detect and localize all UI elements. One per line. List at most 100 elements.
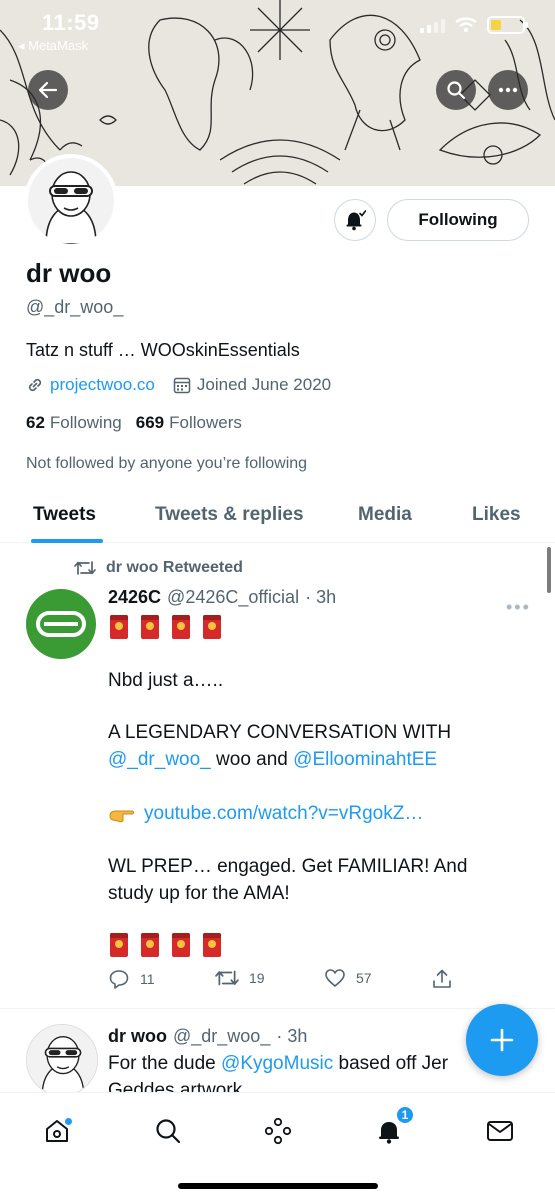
nav-search[interactable] [148,1111,188,1151]
tab-media[interactable]: Media [358,504,412,526]
mail-icon [487,1121,513,1141]
red-envelope-icon [172,615,190,639]
heart-icon [325,969,345,988]
nav-home[interactable] [37,1111,77,1151]
retweet-icon [215,970,239,986]
tweet-text-fragment: based off Jer [333,1053,449,1074]
red-envelope-icon [203,933,221,957]
profile-website-link[interactable]: projectwoo.co [50,375,155,395]
mention-link[interactable]: @ElloominahtEE [293,749,437,770]
red-envelope-icon [110,933,128,957]
following-label: Following [49,413,122,432]
status-icons [420,16,528,34]
wifi-icon [455,17,477,33]
tweet-header: 2426C @2426C_official · 3h [108,587,336,608]
red-envelope-emoji-row [110,615,221,639]
2426c-logo-icon [36,611,86,637]
tweet-actions: 11 19 57 [108,968,468,996]
scrollbar[interactable] [547,547,551,593]
tweet-link-line: youtube.com/watch?v=vRgokZ… [108,803,423,825]
tweet-divider [0,1008,555,1009]
plus-icon [490,1028,514,1052]
share-button[interactable] [431,968,453,990]
followers-count-link[interactable]: 669 Followers [136,413,242,433]
tweet-text-line: WL PREP… engaged. Get FAMILIAR! And [108,856,468,877]
red-envelope-icon [141,933,159,957]
more-options-button[interactable] [488,70,528,110]
link-icon [28,378,42,392]
retweet-button[interactable]: 19 [215,968,265,988]
tweet-header: dr woo @_dr_woo_ · 3h [108,1026,307,1047]
cellular-signal-icon [420,17,445,33]
tweet-author-handle[interactable]: @_dr_woo_ [173,1026,270,1047]
tab-tweets[interactable]: Tweets [33,504,96,526]
tweet-author-name[interactable]: dr woo [108,1026,167,1047]
profile-tabs: Tweets Tweets & replies Media Likes [0,490,555,543]
profile-meta: projectwoo.co Joined June 2020 [26,375,331,395]
reply-icon [109,970,129,989]
following-count: 62 [26,413,45,432]
nav-spaces[interactable] [258,1111,298,1151]
tweet-author-name[interactable]: 2426C [108,587,161,608]
tweet-text-line: @_dr_woo_ woo and @ElloominahtEE [108,749,437,771]
back-to-app-link[interactable]: ◂ MetaMask [18,38,88,54]
profile-avatar[interactable] [24,154,118,248]
tweet-time: · 3h [276,1026,308,1046]
followers-label: Followers [169,413,242,432]
not-followed-notice: Not followed by anyone you’re following [26,455,308,472]
followers-count: 669 [135,413,165,432]
tweet-author-avatar[interactable] [26,1024,98,1096]
tweet-time: · 3h [305,587,337,607]
bell-icon [346,210,366,231]
retweet-context[interactable]: dr woo Retweeted [74,559,243,577]
retweet-count: 19 [249,970,265,986]
red-envelope-icon [110,615,128,639]
status-time: 11:59 [42,10,100,35]
tweet-text-line: A LEGENDARY CONVERSATION WITH [108,722,452,743]
calendar-icon [173,377,191,394]
following-count-link[interactable]: 62 Following [26,413,122,433]
avatar-illustration [28,158,114,244]
nav-notifications[interactable]: 1 [369,1105,415,1151]
tab-likes[interactable]: Likes [472,504,521,526]
back-button[interactable] [28,70,68,110]
profile-handle: @_dr_woo_ [26,297,124,317]
tweet-more-icon[interactable]: ••• [506,597,531,618]
mention-link[interactable]: @KygoMusic [221,1053,333,1074]
search-icon [156,1119,181,1144]
avatar-illustration [27,1025,97,1095]
tweet-author-handle[interactable]: @2426C_official [167,587,299,608]
red-envelope-icon [203,615,221,639]
reply-count: 11 [140,971,155,987]
search-icon [447,81,466,100]
tweet-author-avatar[interactable] [26,589,96,659]
following-button[interactable]: Following [387,199,529,241]
like-button[interactable]: 57 [324,968,372,988]
tweet-text-fragment: woo and [210,749,294,770]
red-envelope-icon [172,933,190,957]
mention-link[interactable]: @_dr_woo_ [108,749,211,770]
tweet-text-line: study up for the AMA! [108,883,290,904]
reply-button[interactable]: 11 [108,968,155,990]
tweet-text-line: Geddes artwork [108,1080,243,1092]
tweet-text-line: For the dude @KygoMusic based off Jer [108,1053,448,1075]
back-arrow-icon [38,81,58,99]
tweet-text-fragment: For the dude [108,1053,222,1074]
like-count: 57 [356,970,372,986]
search-button[interactable] [436,70,476,110]
youtube-link[interactable]: youtube.com/watch?v=vRgokZ… [144,803,423,825]
compose-tweet-button[interactable] [466,1004,538,1076]
more-horizontal-icon [498,87,518,93]
home-unread-dot [64,1117,73,1126]
nav-messages[interactable] [480,1111,520,1151]
retweet-icon [74,561,96,575]
status-bar: 11:59 ◂ MetaMask [0,0,555,53]
profile-bio: Tatz n stuff … WOOskinEssentials [26,340,300,360]
tweet-text-line: Nbd just a….. [108,670,224,691]
battery-icon [487,16,528,34]
follow-counts: 62 Following 669 Followers [26,413,242,433]
notifications-toggle-button[interactable] [334,199,376,241]
notifications-badge: 1 [395,1105,415,1125]
pointing-hand-icon [109,810,134,823]
tab-tweets-and-replies[interactable]: Tweets & replies [155,504,304,526]
